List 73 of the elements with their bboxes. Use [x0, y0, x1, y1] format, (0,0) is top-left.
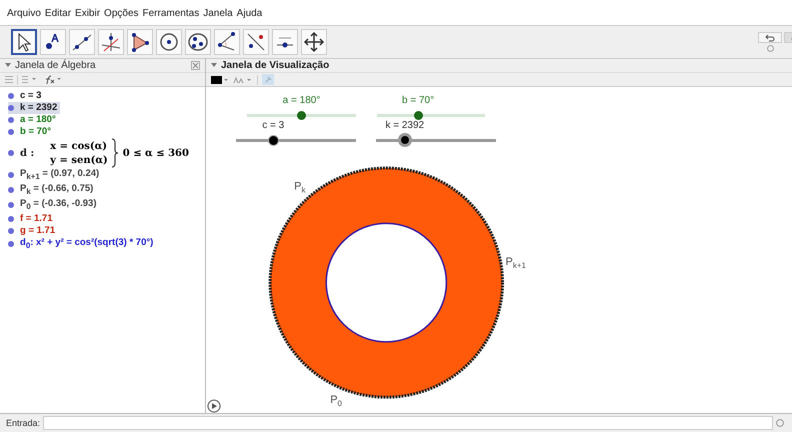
algebra-entry[interactable]: g = 1.71 — [20, 224, 56, 237]
polygon-tool-button[interactable] — [127, 29, 153, 55]
visibility-dot[interactable] — [8, 105, 14, 111]
circle-tool-button[interactable] — [156, 29, 182, 55]
point-label: P$_{k}$ — [294, 180, 306, 195]
equation: y = sen(α) — [50, 154, 108, 166]
polygon-icon — [129, 31, 151, 53]
pin-icon — [264, 76, 272, 84]
collapse-icon[interactable] — [5, 63, 11, 68]
algebra-entry[interactable]: b = 70° — [20, 126, 51, 138]
line-tool-button[interactable] — [69, 29, 95, 55]
slider-label: b = 70° — [402, 95, 434, 106]
play-button[interactable] — [208, 400, 221, 412]
conic-tool-button[interactable] — [185, 29, 211, 55]
visibility-dot[interactable] — [8, 241, 14, 248]
slider-tool-button[interactable] — [272, 29, 298, 55]
menu-item[interactable]: Editar — [44, 8, 72, 19]
menu-item[interactable]: Opções — [104, 8, 139, 19]
visibility-dot[interactable] — [8, 150, 14, 156]
menu-item[interactable]: Arquivo — [7, 8, 41, 19]
menu-item[interactable]: Exibir — [75, 8, 100, 19]
close-icon[interactable] — [191, 61, 200, 70]
curve-name[interactable]: d : — [20, 148, 34, 158]
angle-tool-button[interactable] — [214, 29, 240, 55]
move-tool-button[interactable] — [301, 29, 327, 55]
conic-icon — [187, 31, 209, 53]
algebra-entry[interactable]: P$_{k+1}$ = (0.97, 0.24) — [20, 168, 100, 183]
visibility-dot[interactable] — [8, 216, 14, 222]
algebra-entry[interactable]: d$_{0}$: x² + y² = cos²(sqrt(3) * 70°) — [20, 236, 154, 252]
menu-item[interactable]: Ferramentas — [142, 8, 200, 19]
point-label: P$_{0}$ — [330, 394, 342, 408]
slider-thumb[interactable] — [297, 110, 306, 120]
brace-icon — [110, 138, 119, 168]
panel-title: Janela de Álgebra — [15, 60, 96, 71]
reflect-icon — [245, 31, 267, 53]
menu-item[interactable]: Ajuda — [236, 8, 262, 19]
slider-thumb[interactable] — [414, 110, 423, 120]
visibility-dot[interactable] — [8, 93, 14, 99]
collapse-icon[interactable] — [211, 63, 217, 68]
input-label: Entrada: — [6, 418, 40, 428]
visibility-dot[interactable] — [8, 202, 14, 208]
slider-label: k = 2392 — [385, 120, 424, 131]
visibility-dot[interactable] — [8, 228, 14, 234]
undo-icon — [765, 34, 775, 42]
menu-item[interactable]: Janela — [203, 8, 233, 19]
algebra-entry[interactable]: f = 1.71 — [20, 212, 52, 225]
point-label: P$_{k+1}$ — [506, 256, 526, 270]
angle-icon — [216, 31, 238, 53]
equation: x = cos(α) — [50, 140, 108, 152]
circle-icon — [158, 31, 180, 53]
visibility-dot[interactable] — [8, 172, 14, 178]
undo-button[interactable] — [758, 32, 782, 43]
slider-label: c = 3 — [262, 120, 284, 131]
slider-label: a = 180° — [282, 95, 320, 106]
algebra-entry[interactable]: P$_{k}$ = (-0.66, 0.75) — [20, 182, 94, 198]
panel-title: Janela de Visualização — [221, 60, 330, 71]
point-tool-button[interactable] — [40, 29, 66, 55]
algebra-entry[interactable]: a = 180° — [20, 114, 56, 126]
pointer-tool-button[interactable] — [11, 29, 37, 55]
perpendicular-tool-button[interactable] — [98, 29, 124, 55]
reflect-tool-button[interactable] — [243, 29, 269, 55]
visibility-dot[interactable] — [8, 117, 14, 123]
algebra-entry[interactable]: P$_{0}$ = (-0.36, -0.93) — [20, 198, 96, 213]
perpendicular-icon — [100, 31, 122, 53]
algebra-entry[interactable]: c = 3 — [20, 90, 42, 102]
visibility-dot[interactable] — [8, 129, 14, 135]
slider-thumb[interactable] — [268, 134, 279, 146]
visibility-dot[interactable] — [8, 187, 14, 194]
color-swatch-icon[interactable] — [211, 76, 229, 84]
input-field[interactable] — [43, 416, 773, 430]
parameter-range: 0 ≤ α ≤ 360 — [122, 148, 189, 158]
slider-thumb[interactable] — [398, 133, 412, 147]
move-icon — [303, 31, 325, 53]
